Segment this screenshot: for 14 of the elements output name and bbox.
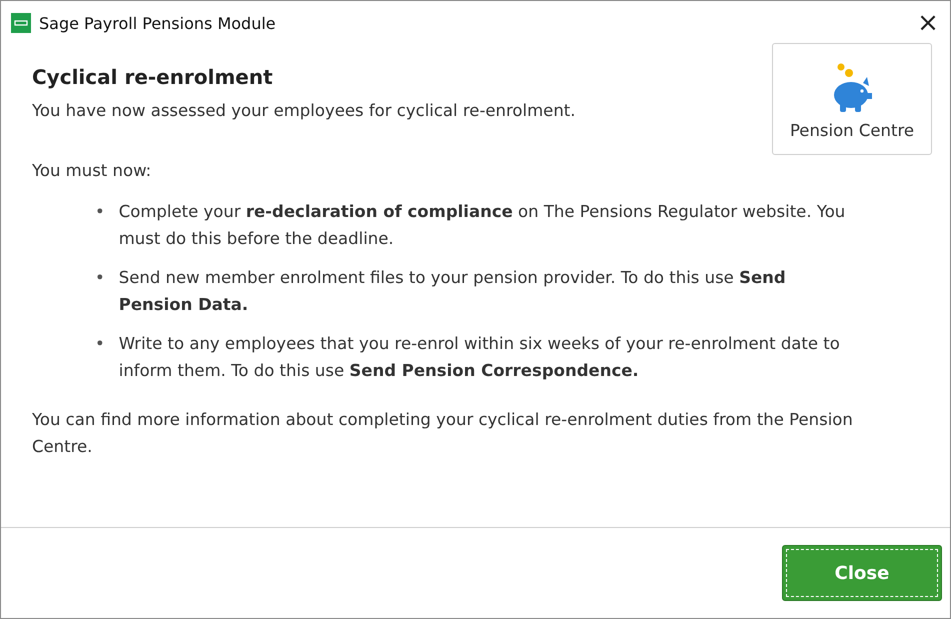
close-button[interactable]: Close bbox=[782, 545, 942, 601]
footnote-text: You can find more information about completing your cyclical re-enrolment duties from the Pension Centre. bbox=[32, 409, 854, 458]
heading: Cyclical re-enrolment bbox=[32, 65, 274, 89]
bullet-marker: • bbox=[95, 267, 105, 289]
intro-text: You have now assessed your employees for cyclical re-enrolment. bbox=[32, 100, 576, 122]
bullet-text: Write to any employees that you re-enrol within six weeks of your re-enrolment date to inform them. To do this use Send Pension Correspondence. bbox=[118, 333, 841, 382]
bullet-marker: • bbox=[95, 201, 105, 223]
app-logo-icon bbox=[11, 13, 31, 33]
bullet-text: Send new member enrolment files to your pension provider. To do this use Send Pension Data. bbox=[118, 267, 787, 316]
window-title: Sage Payroll Pensions Module bbox=[39, 14, 277, 32]
bullet-text: Complete your re-declaration of compliance on The Pensions Regulator website. You must do this before the deadline. bbox=[118, 201, 846, 250]
bullet-marker: • bbox=[95, 333, 105, 355]
instruction-text: You must now: bbox=[32, 160, 152, 182]
pension-centre-button[interactable]: Pension Centre bbox=[772, 43, 932, 155]
